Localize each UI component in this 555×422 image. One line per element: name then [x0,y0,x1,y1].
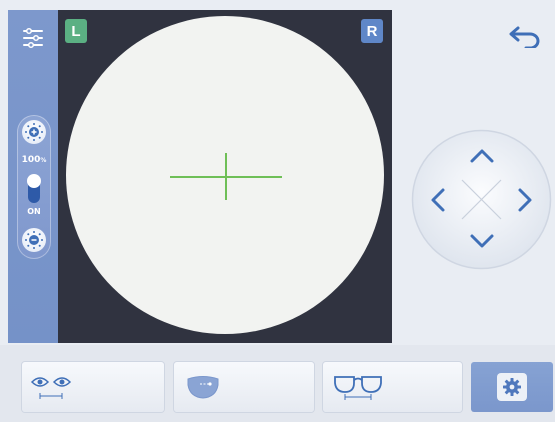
crosshair-icon [170,153,282,200]
toggle-state-label: ON [27,207,41,216]
brightness-control: 100% ON [17,115,51,259]
lens-viewer: L R [58,10,392,343]
brightness-up-button[interactable] [22,120,46,144]
bottom-toolbar [0,345,555,422]
lens-icon [187,376,219,399]
pupil-distance-icon [30,377,72,399]
chevron-left-icon [431,188,445,212]
chevron-up-icon [470,149,494,163]
brightness-plus-icon [25,123,43,141]
gear-icon-frame [497,373,527,401]
brightness-value: 100 [21,155,41,165]
brightness-unit: % [40,157,47,164]
gear-icon [503,378,521,396]
lens-mode-button[interactable] [174,362,314,412]
app-screen: 100% ON L R [0,0,555,422]
brightness-down-button[interactable] [22,228,46,252]
direction-pad [410,128,553,271]
frame-mode-button[interactable] [323,362,462,412]
settings-button[interactable] [471,362,553,412]
left-eye-badge[interactable]: L [65,19,87,43]
glasses-frame-icon [334,376,382,400]
pupil-distance-button[interactable] [22,362,164,412]
brightness-percent: 100% [17,155,51,165]
dpad-up-button[interactable] [466,142,498,170]
back-button[interactable] [507,22,543,50]
toggle-knob [27,174,41,188]
chevron-down-icon [470,234,494,248]
chevron-right-icon [518,188,532,212]
adjust-settings-button[interactable] [17,22,49,54]
dpad-left-button[interactable] [424,184,452,216]
brightness-minus-icon [25,231,43,249]
dpad-right-button[interactable] [511,184,539,216]
dpad-down-button[interactable] [466,227,498,255]
light-toggle[interactable] [27,174,41,203]
back-arrow-icon [509,26,540,48]
left-sidebar: 100% ON [8,10,58,343]
sliders-icon [23,27,43,49]
right-eye-badge[interactable]: R [361,19,383,43]
